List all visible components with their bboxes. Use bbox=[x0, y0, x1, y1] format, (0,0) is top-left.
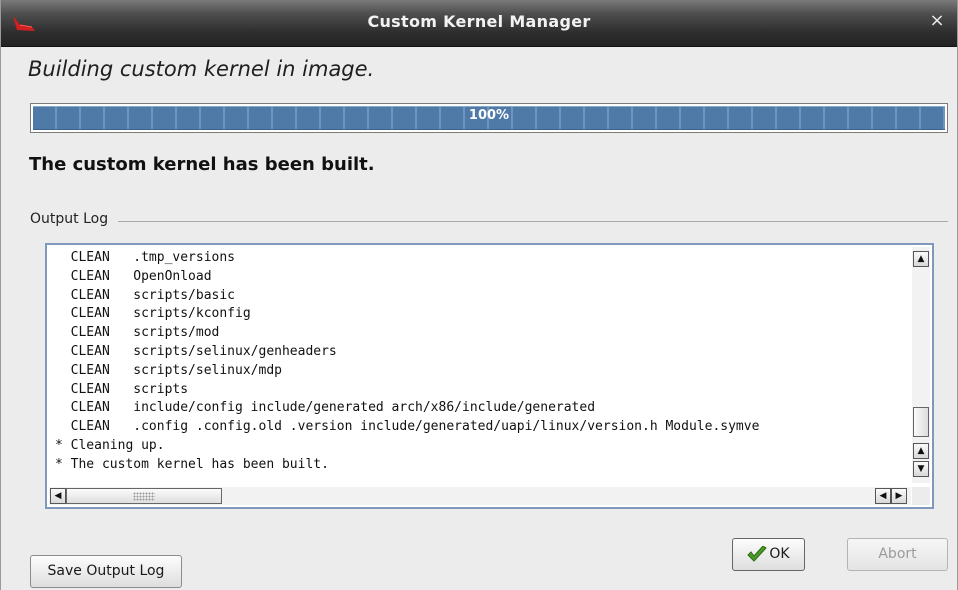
log-line: CLEAN OpenOnload bbox=[55, 268, 212, 284]
build-progress-bar: 100% bbox=[30, 103, 948, 133]
abort-button[interactable]: Abort bbox=[847, 538, 948, 571]
log-line: CLEAN scripts/mod bbox=[55, 325, 220, 341]
grip-icon bbox=[133, 492, 155, 501]
vertical-scroll-thumb[interactable] bbox=[913, 407, 929, 437]
ok-button[interactable]: OK bbox=[732, 538, 805, 571]
horizontal-scrollbar[interactable]: ◀ ◀ ▶ bbox=[49, 487, 911, 505]
log-line: CLEAN scripts/kconfig bbox=[55, 306, 251, 322]
save-output-log-button[interactable]: Save Output Log bbox=[30, 555, 182, 588]
output-log-text[interactable]: CLEAN .tmp_versions CLEAN OpenOnload CLE… bbox=[55, 249, 911, 479]
log-line: CLEAN scripts/basic bbox=[55, 287, 236, 303]
log-line: CLEAN .config .config.old .version inclu… bbox=[55, 419, 760, 435]
close-icon[interactable]: × bbox=[927, 11, 947, 31]
log-line: CLEAN scripts/selinux/genheaders bbox=[55, 343, 337, 359]
horizontal-scroll-thumb[interactable] bbox=[66, 488, 222, 504]
scroll-left-button[interactable]: ◀ bbox=[50, 488, 66, 504]
progress-label: 100% bbox=[468, 108, 510, 123]
kernel-manager-window: Custom Kernel Manager × Building custom … bbox=[0, 0, 958, 590]
checkmark-icon bbox=[747, 546, 768, 562]
log-line: * The custom kernel has been built. bbox=[55, 456, 329, 472]
log-line: CLEAN include/config include/generated a… bbox=[55, 400, 596, 416]
scroll-up-button[interactable]: ▲ bbox=[913, 443, 929, 459]
log-line: CLEAN .tmp_versions bbox=[55, 250, 236, 265]
scroll-left-end-button[interactable]: ◀ bbox=[875, 488, 891, 504]
group-divider bbox=[118, 221, 948, 222]
page-heading: Building custom kernel in image. bbox=[28, 57, 375, 81]
vertical-scrollbar[interactable]: ▲ ▲ ▼ bbox=[912, 247, 930, 483]
log-line: CLEAN scripts bbox=[55, 381, 189, 397]
scroll-up-top-button[interactable]: ▲ bbox=[913, 251, 929, 267]
output-log-panel[interactable]: CLEAN .tmp_versions CLEAN OpenOnload CLE… bbox=[45, 243, 934, 509]
window-title: Custom Kernel Manager bbox=[367, 12, 591, 31]
scroll-right-button[interactable]: ▶ bbox=[891, 488, 907, 504]
ok-button-label: OK bbox=[769, 546, 790, 562]
title-bar[interactable]: Custom Kernel Manager × bbox=[1, 0, 957, 47]
status-message: The custom kernel has been built. bbox=[29, 154, 375, 175]
scroll-corner bbox=[912, 487, 930, 505]
log-line: CLEAN scripts/selinux/mdp bbox=[55, 362, 282, 378]
output-log-label: Output Log bbox=[30, 211, 113, 227]
scroll-down-button[interactable]: ▼ bbox=[913, 461, 929, 477]
log-line: * Cleaning up. bbox=[55, 437, 165, 453]
